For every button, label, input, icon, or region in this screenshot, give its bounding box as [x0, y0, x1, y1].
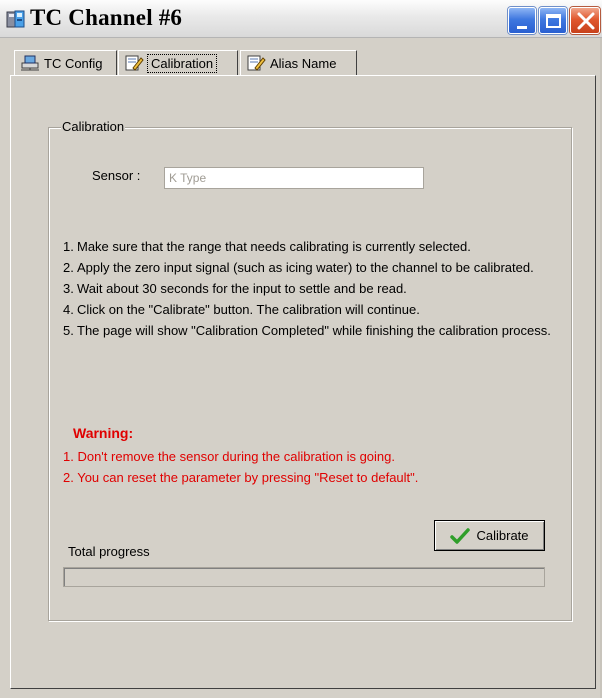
tab-alias-name-label: Alias Name [270, 55, 337, 71]
sensor-label: Sensor : [92, 168, 141, 183]
window-title: TC Channel #6 [30, 5, 183, 30]
title-bar[interactable]: TC Channel #6 [0, 0, 602, 38]
progress-label: Total progress [68, 544, 150, 559]
sensor-field: K Type [164, 167, 424, 189]
tab-tc-config[interactable]: TC Config [14, 50, 117, 75]
instruction-list: 1. Make sure that the range that needs ca… [63, 236, 563, 341]
tab-tc-config-label: TC Config [44, 55, 103, 71]
tab-calibration-focus: Calibration [147, 53, 218, 73]
edit-pencil-icon [247, 55, 266, 71]
maximize-button[interactable] [539, 7, 567, 34]
app-icon [6, 10, 25, 28]
warning-item: 1. Don't remove the sensor during the ca… [63, 449, 396, 464]
warning-title: Warning: [73, 425, 134, 441]
tab-calibration-label: Calibration [151, 55, 214, 71]
calibrate-button[interactable]: Calibrate [434, 520, 545, 551]
edit-pencil-icon [125, 55, 144, 71]
calibrate-button-label: Calibrate [476, 528, 529, 543]
tab-calibration[interactable]: Calibration [118, 50, 238, 75]
check-icon [450, 527, 471, 544]
tab-alias-name[interactable]: Alias Name [240, 50, 357, 75]
maximize-icon [546, 14, 561, 28]
tc-channel-window: TC Channel #6 TC Config Calibration Alia… [0, 0, 602, 698]
network-config-icon [21, 55, 39, 71]
close-button[interactable] [570, 7, 600, 34]
warning-list: 1. Don't remove the sensor during the ca… [63, 446, 418, 488]
minimize-button[interactable] [508, 7, 536, 34]
instruction-item: 3. Wait about 30 seconds for the input to… [63, 281, 407, 296]
instruction-item: 1. Make sure that the range that needs ca… [63, 239, 471, 254]
calibration-group-title: Calibration [61, 119, 126, 134]
close-icon [577, 12, 595, 30]
calibration-group: Calibration Sensor : K Type 1. Make sure … [48, 119, 572, 621]
minimize-icon [517, 26, 527, 29]
warning-item: 2. You can reset the parameter by pressi… [63, 470, 419, 485]
instruction-item: 4. Click on the "Calibrate" button. The c… [63, 302, 420, 317]
calibration-tab-page: Calibration Sensor : K Type 1. Make sure … [10, 75, 596, 689]
total-progress-bar [63, 567, 545, 587]
instruction-item: 2. Apply the zero input signal (such as i… [63, 260, 534, 275]
instruction-item: 5. The page will show "Calibration Comple… [63, 323, 551, 338]
